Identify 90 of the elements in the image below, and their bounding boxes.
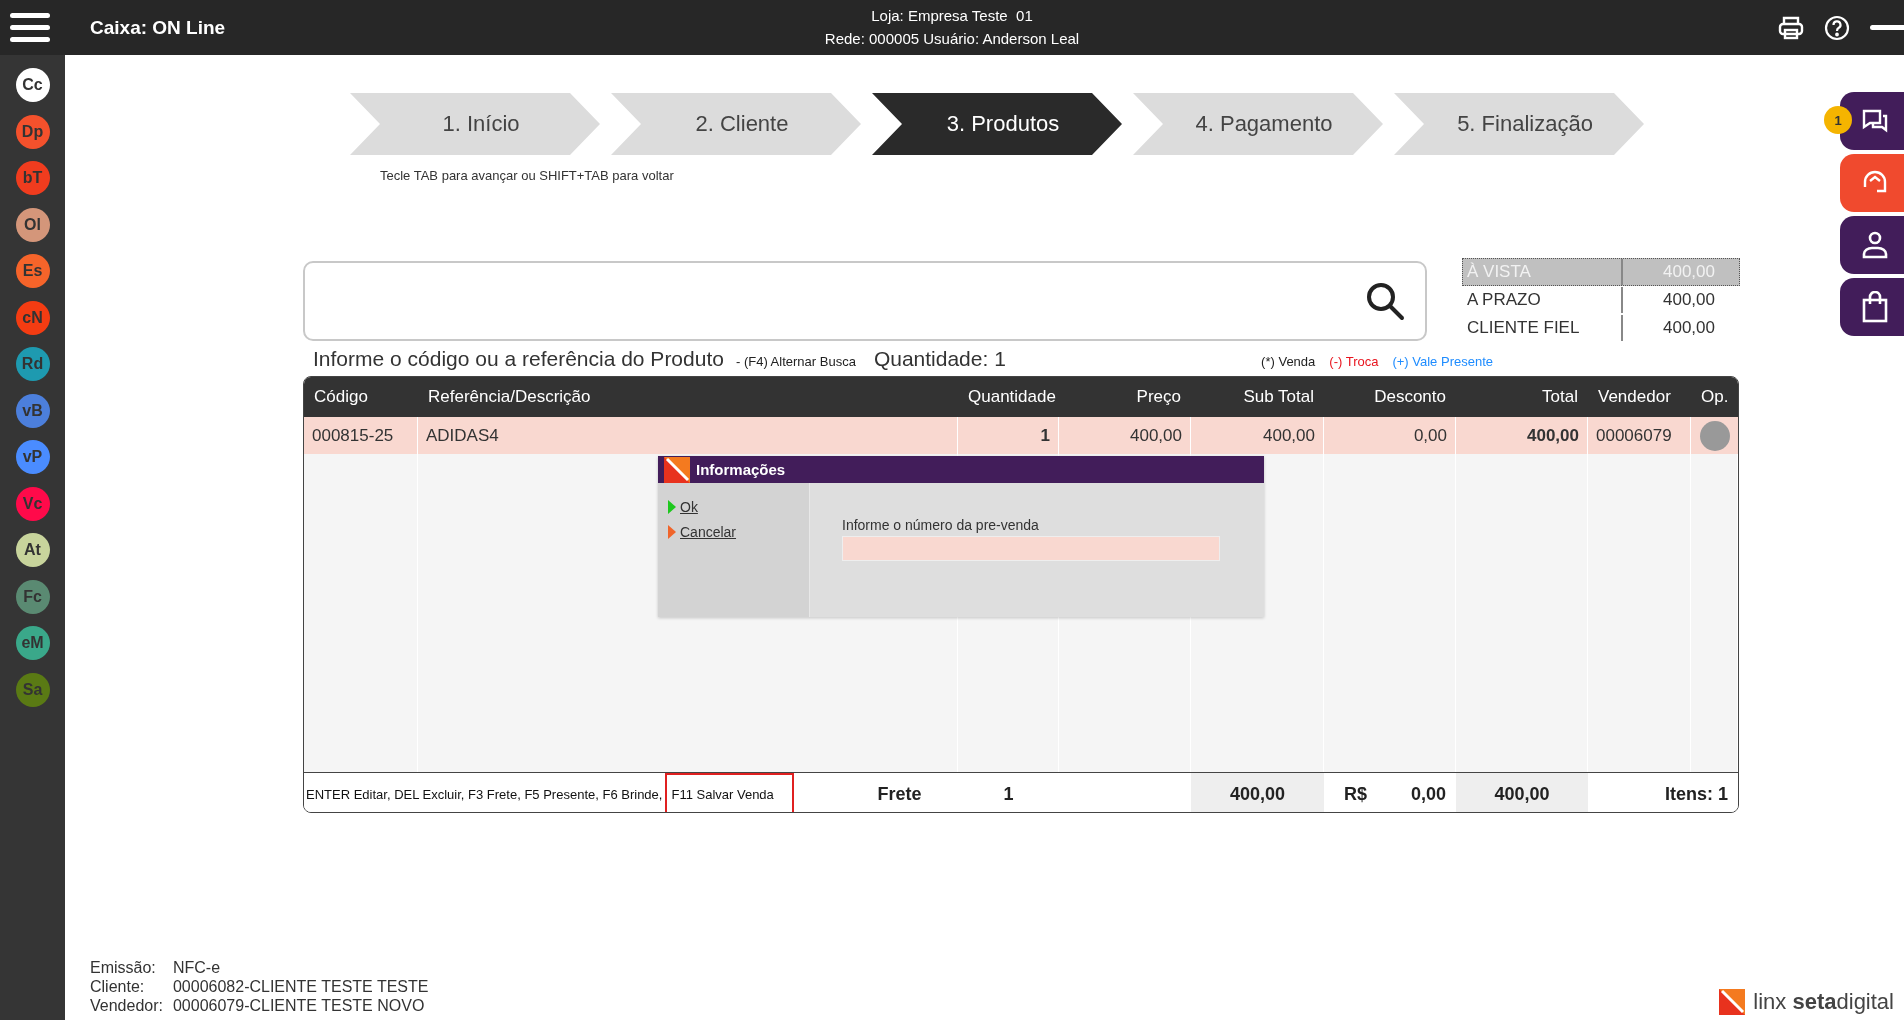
column-header: Referência/Descrição [427, 387, 592, 407]
price-label: A PRAZO [1463, 287, 1623, 313]
info-label: Cliente: [90, 978, 146, 996]
search-icon [1365, 281, 1405, 321]
legend-item: (-) Troca [1329, 354, 1379, 369]
column-header: Preço [1135, 387, 1182, 407]
discount-sum: 0,00 [1410, 784, 1446, 805]
chat-icon [1862, 108, 1888, 134]
shortcut-avatar[interactable]: Vc [15, 486, 50, 521]
info-value: NFC-e [172, 959, 222, 977]
table-cell: 400,00 [1456, 417, 1588, 454]
shortcut-avatar[interactable]: Fc [15, 579, 50, 614]
dialog-action[interactable]: Ok [668, 499, 799, 515]
shortcut-avatar[interactable]: Es [15, 254, 50, 288]
column-header: Desconto [1373, 387, 1447, 407]
table-cell: 0,00 [1324, 417, 1456, 454]
table-cell: 000815-25 [304, 417, 418, 454]
table-cell: 400,00 [1059, 417, 1191, 454]
column-header: Total [1541, 387, 1579, 407]
side-panel-button[interactable] [1840, 216, 1904, 274]
wizard-step[interactable]: 3. Produtos [872, 93, 1122, 155]
minimize-icon[interactable] [1870, 24, 1904, 31]
logo-icon [664, 456, 690, 483]
table-cell: 1 [958, 417, 1059, 454]
shortcut-avatar[interactable]: Cc [15, 68, 50, 102]
shortcut-avatar[interactable]: At [15, 533, 50, 567]
items-count: Itens: 1 [1663, 783, 1729, 806]
column-header: Quantidade [967, 387, 1057, 407]
table-cell: 00006079 [1588, 417, 1691, 454]
shortcut-avatar[interactable]: vB [15, 393, 50, 428]
shortcut-avatar[interactable]: Dp [15, 114, 50, 149]
menu-icon[interactable] [10, 11, 50, 44]
shortcut-avatar[interactable]: Rd [15, 347, 50, 381]
toggle-search-hint: - (F4) Alternar Busca [735, 354, 856, 369]
shortcut-avatar[interactable]: cN [15, 300, 50, 335]
column-header: Código [313, 387, 369, 407]
search-field[interactable] [303, 261, 1427, 341]
total-sum: 400,00 [1456, 773, 1588, 812]
shortcut-avatar[interactable]: bT [15, 161, 50, 195]
wizard-step[interactable]: 2. Cliente [611, 93, 861, 155]
step-hint: Tecle TAB para avançar ou SHIFT+TAB para voltar [380, 168, 674, 183]
side-panel-button[interactable] [1840, 92, 1904, 150]
legend-item: (+) Vale Presente [1392, 354, 1493, 369]
table-cell: ADIDAS4 [418, 417, 958, 454]
side-panel-button[interactable] [1840, 278, 1904, 336]
shortcut-hint: ENTER Editar, DEL Excluir, F3 Frete, F5 Presente, F6 Brinde, [306, 787, 663, 802]
info-label: Emissão: [90, 959, 157, 977]
info-label: Vendedor: [90, 997, 163, 1015]
help-icon[interactable] [1824, 14, 1850, 41]
price-row[interactable]: A PRAZO 400,00 [1462, 286, 1740, 314]
column-header: Vendedor [1597, 387, 1672, 407]
info-value: 00006082-CLIENTE TESTE TESTE [172, 978, 429, 996]
store-info: Loja: Empresa Teste 01 [871, 6, 1033, 26]
triangle-icon [668, 525, 676, 539]
table-cell: 400,00 [1191, 417, 1324, 454]
shortcut-avatar[interactable]: Ol [15, 207, 50, 242]
wizard-step[interactable]: 4. Pagamento [1133, 93, 1383, 155]
total-quantity: 1 [1002, 783, 1015, 806]
dialog-action[interactable]: Cancelar [668, 524, 799, 540]
quantity-label: Quantidade: 1 [873, 347, 1006, 371]
brand-name: linx setadigital [1753, 989, 1894, 1015]
shortcut-avatar[interactable]: vP [15, 440, 50, 474]
search-label: Informe o código ou a referência do Produto [313, 347, 724, 371]
user-icon [1861, 230, 1889, 260]
subtotal-sum: 400,00 [1191, 773, 1324, 812]
column-header: Op. [1700, 387, 1730, 407]
legend-item: (*) Venda [1261, 354, 1316, 369]
triangle-icon [668, 500, 676, 514]
wizard-step[interactable]: 1. Início [350, 93, 600, 155]
notification-badge: 1 [1824, 106, 1852, 134]
wizard-step[interactable]: 5. Finalização [1394, 93, 1644, 155]
shortcut-avatar[interactable]: Sa [15, 672, 50, 707]
highlighted-shortcut: F11 Salvar Venda [665, 773, 794, 812]
network-user-info: Rede: 000005 Usuário: Anderson Leal [824, 29, 1080, 49]
currency-label: R$ [1344, 784, 1367, 805]
bag-icon [1862, 291, 1888, 323]
print-icon[interactable] [1778, 15, 1804, 40]
brand-logo-icon [1719, 989, 1746, 1015]
freight-label: Frete [876, 783, 923, 806]
input-field[interactable] [842, 536, 1220, 561]
price-value: 400,00 [1662, 290, 1716, 310]
column-header: Sub Total [1242, 387, 1315, 407]
app-title: Caixa: ON Line [90, 16, 226, 39]
dialog-title: Informações [696, 461, 786, 478]
price-row[interactable]: CLIENTE FIEL 400,00 [1462, 314, 1740, 342]
shortcut-avatar[interactable]: eM [15, 626, 50, 660]
field-label: Informe o número da pre-venda [842, 517, 1040, 533]
info-value: 00006079-CLIENTE TESTE NOVO [172, 997, 426, 1015]
price-value: 400,00 [1662, 318, 1716, 338]
price-label: CLIENTE FIEL [1463, 315, 1623, 341]
